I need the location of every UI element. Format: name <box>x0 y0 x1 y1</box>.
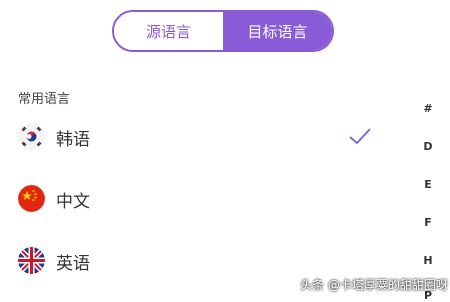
language-mode-toggle: 源语言 目标语言 <box>112 10 334 52</box>
korea-flag-icon <box>18 123 45 150</box>
index-letter[interactable]: F <box>420 216 436 229</box>
index-letter[interactable]: # <box>420 102 436 115</box>
target-language-tab[interactable]: 目标语言 <box>223 12 332 50</box>
source-language-tab[interactable]: 源语言 <box>114 12 223 50</box>
index-letter[interactable]: E <box>420 178 436 191</box>
uk-flag-icon <box>18 247 45 274</box>
common-languages-heading: 常用语言 <box>18 92 71 107</box>
alphabet-index-bar[interactable]: # D E F H P <box>420 96 436 302</box>
index-letter[interactable]: D <box>420 140 436 153</box>
language-label: 韩语 <box>56 130 90 150</box>
watermark: 头条 @卡塔厚粟的甜甜圈呀 <box>300 278 448 292</box>
language-label: 英语 <box>56 254 90 274</box>
checkmark-icon <box>348 124 372 148</box>
language-item-korean[interactable]: 韩语 <box>0 116 400 160</box>
index-letter[interactable]: H <box>420 254 436 267</box>
language-label: 中文 <box>56 192 90 212</box>
language-item-chinese[interactable]: 中文 <box>0 178 400 222</box>
china-flag-icon <box>18 185 45 212</box>
